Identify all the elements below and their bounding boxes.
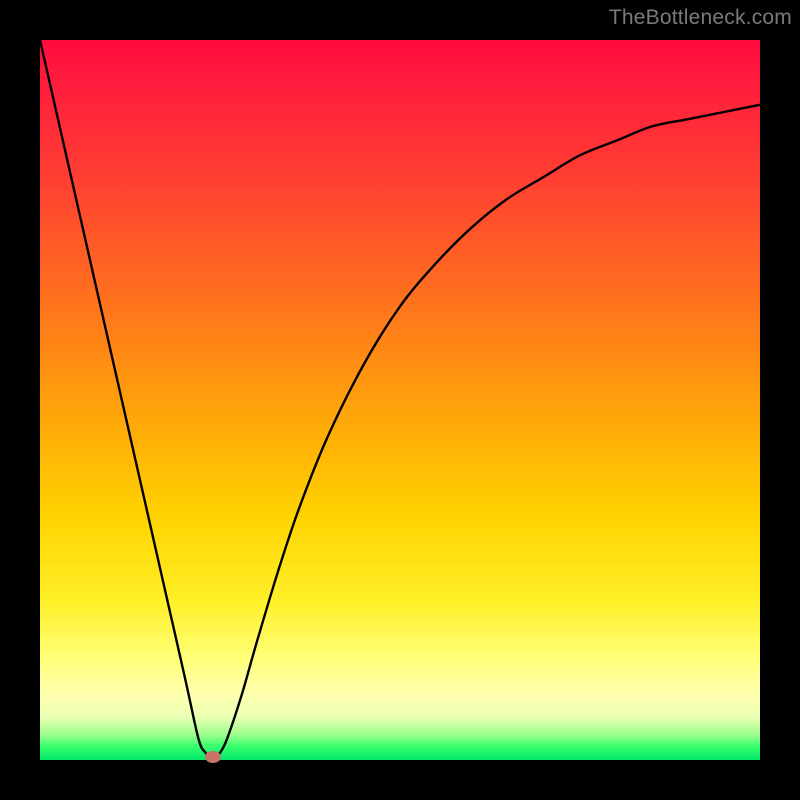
min-point-marker	[205, 751, 221, 763]
bottleneck-curve	[40, 40, 760, 760]
plot-area	[40, 40, 760, 760]
curve-path	[40, 40, 760, 760]
watermark-text: TheBottleneck.com	[609, 6, 792, 30]
chart-frame: TheBottleneck.com	[0, 0, 800, 800]
